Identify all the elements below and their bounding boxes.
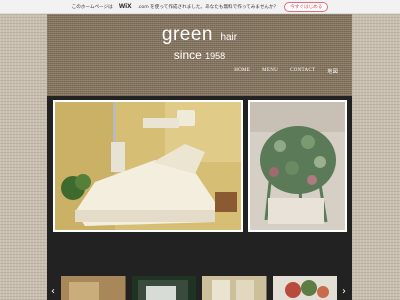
thumbnail-4[interactable] <box>272 276 337 300</box>
main-nav: HOME MENU CONTACT 地図 <box>234 68 338 75</box>
nav-menu[interactable]: MENU <box>262 68 278 75</box>
chevron-left-icon[interactable]: ‹ <box>51 287 57 297</box>
plant-photo[interactable] <box>248 100 347 232</box>
thumbnail-1[interactable] <box>61 276 126 300</box>
thumbnail-2[interactable] <box>131 276 196 300</box>
photo-gallery: ‹ › <box>47 96 352 300</box>
nav-contact[interactable]: CONTACT <box>290 68 315 75</box>
brand-sub: hair <box>220 32 238 43</box>
wix-banner: このホームページは WiX .com を使って作成されました。あなたも無料で作っ… <box>0 0 400 14</box>
since-line: since 1958 <box>47 48 352 62</box>
start-now-button[interactable]: 今すぐはじめる <box>284 1 329 12</box>
since-label: since <box>173 48 202 62</box>
thumbnail-strip <box>61 276 337 300</box>
thumbnail-3[interactable] <box>202 276 267 300</box>
nav-map[interactable]: 地図 <box>327 68 338 75</box>
nav-home[interactable]: HOME <box>234 68 250 75</box>
salon-chair-photo[interactable] <box>53 100 243 232</box>
wix-banner-text: このホームページは <box>71 4 113 10</box>
site-header: green hair since 1958 <box>47 24 352 62</box>
wix-banner-text-2: .com を使って作成されました。あなたも無料で作ってみませんか？ <box>137 4 279 10</box>
since-year: 1958 <box>205 51 226 61</box>
brand-name: green <box>161 24 213 45</box>
wix-logo[interactable]: WiX <box>119 3 132 10</box>
chevron-right-icon[interactable]: › <box>342 287 348 297</box>
page-column: green hair since 1958 HOME MENU CONTACT … <box>47 14 352 300</box>
